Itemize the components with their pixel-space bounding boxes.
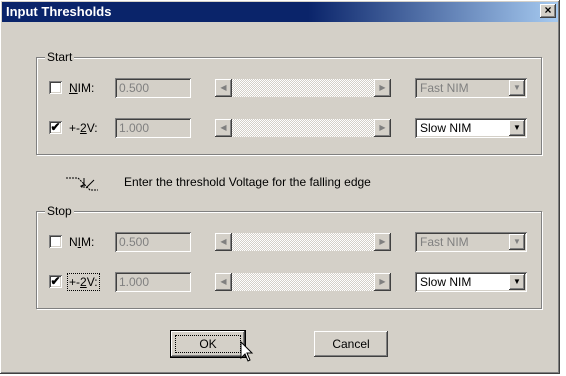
close-button[interactable]: ×: [540, 4, 556, 18]
start-nim-type-select[interactable]: Fast NIM ▼: [415, 78, 527, 98]
start-2v-threshold-field[interactable]: 1.000: [115, 118, 191, 138]
start-nim-label: NIM:: [69, 81, 95, 95]
select-value: Fast NIM: [420, 81, 469, 95]
cancel-button[interactable]: Cancel: [314, 331, 388, 357]
scroll-right-arrow-icon[interactable]: ▶: [374, 233, 391, 251]
select-value: Fast NIM: [420, 235, 469, 249]
start-group-label: Start: [45, 50, 75, 64]
dropdown-arrow-icon[interactable]: ▼: [509, 234, 525, 250]
falling-edge-icon: [66, 177, 98, 191]
scroll-track[interactable]: [232, 233, 374, 251]
stop-2v-threshold-field[interactable]: 1.000: [115, 272, 191, 292]
scroll-right-arrow-icon[interactable]: ▶: [374, 119, 391, 137]
stop-group: Stop NIM: 0.500 ◀ ▶ Fast NIM ▼ ✔ +-2V: 1…: [36, 204, 542, 309]
stop-2v-checkbox[interactable]: ✔: [49, 275, 62, 288]
dropdown-arrow-icon[interactable]: ▼: [509, 80, 525, 96]
stop-nim-checkbox[interactable]: [49, 235, 62, 248]
mouse-pointer-icon: [240, 341, 254, 362]
start-2v-label: +-2V:: [69, 121, 98, 135]
stop-nim-threshold-field[interactable]: 0.500: [115, 232, 191, 252]
dropdown-arrow-icon[interactable]: ▼: [509, 274, 525, 290]
stop-nim-type-select[interactable]: Fast NIM ▼: [415, 232, 527, 252]
stop-nim-label: NIM:: [69, 235, 95, 249]
focus-rectangle: [175, 335, 241, 353]
stop-2v-type-select[interactable]: Slow NIM ▼: [415, 272, 527, 292]
stop-2v-row: ✔ +-2V: 1.000 ◀ ▶ Slow NIM ▼: [37, 271, 541, 293]
select-value: Slow NIM: [420, 275, 472, 289]
scroll-track[interactable]: [232, 119, 374, 137]
scroll-left-arrow-icon[interactable]: ◀: [215, 79, 232, 97]
cancel-button-label: Cancel: [332, 337, 370, 351]
start-nim-checkbox[interactable]: [49, 81, 62, 94]
ok-button[interactable]: OK: [170, 330, 246, 358]
stop-2v-label: +-2V:: [67, 273, 100, 291]
stop-2v-scrollbar[interactable]: ◀ ▶: [215, 273, 391, 291]
scroll-left-arrow-icon[interactable]: ◀: [215, 233, 232, 251]
start-2v-type-select[interactable]: Slow NIM ▼: [415, 118, 527, 138]
scroll-left-arrow-icon[interactable]: ◀: [215, 119, 232, 137]
start-nim-threshold-field[interactable]: 0.500: [115, 78, 191, 98]
title-bar[interactable]: Input Thresholds ×: [2, 2, 558, 22]
scroll-left-arrow-icon[interactable]: ◀: [215, 273, 232, 291]
dialog-title: Input Thresholds: [6, 4, 112, 19]
scroll-right-arrow-icon[interactable]: ▶: [374, 273, 391, 291]
dropdown-arrow-icon[interactable]: ▼: [509, 120, 525, 136]
start-2v-row: ✔ +-2V: 1.000 ◀ ▶ Slow NIM ▼: [37, 117, 541, 139]
hint-text: Enter the threshold Voltage for the fall…: [124, 175, 371, 189]
start-2v-checkbox[interactable]: ✔: [49, 121, 62, 134]
start-group: Start NIM: 0.500 ◀ ▶ Fast NIM ▼ ✔ +-2V: …: [36, 50, 542, 155]
input-thresholds-dialog: Input Thresholds × Start NIM: 0.500 ◀ ▶ …: [0, 0, 560, 374]
select-value: Slow NIM: [420, 121, 472, 135]
stop-nim-row: NIM: 0.500 ◀ ▶ Fast NIM ▼: [37, 231, 541, 253]
stop-nim-scrollbar[interactable]: ◀ ▶: [215, 233, 391, 251]
start-2v-scrollbar[interactable]: ◀ ▶: [215, 119, 391, 137]
scroll-right-arrow-icon[interactable]: ▶: [374, 79, 391, 97]
stop-group-label: Stop: [45, 204, 74, 218]
scroll-track[interactable]: [232, 79, 374, 97]
scroll-track[interactable]: [232, 273, 374, 291]
start-nim-row: NIM: 0.500 ◀ ▶ Fast NIM ▼: [37, 77, 541, 99]
start-nim-scrollbar[interactable]: ◀ ▶: [215, 79, 391, 97]
